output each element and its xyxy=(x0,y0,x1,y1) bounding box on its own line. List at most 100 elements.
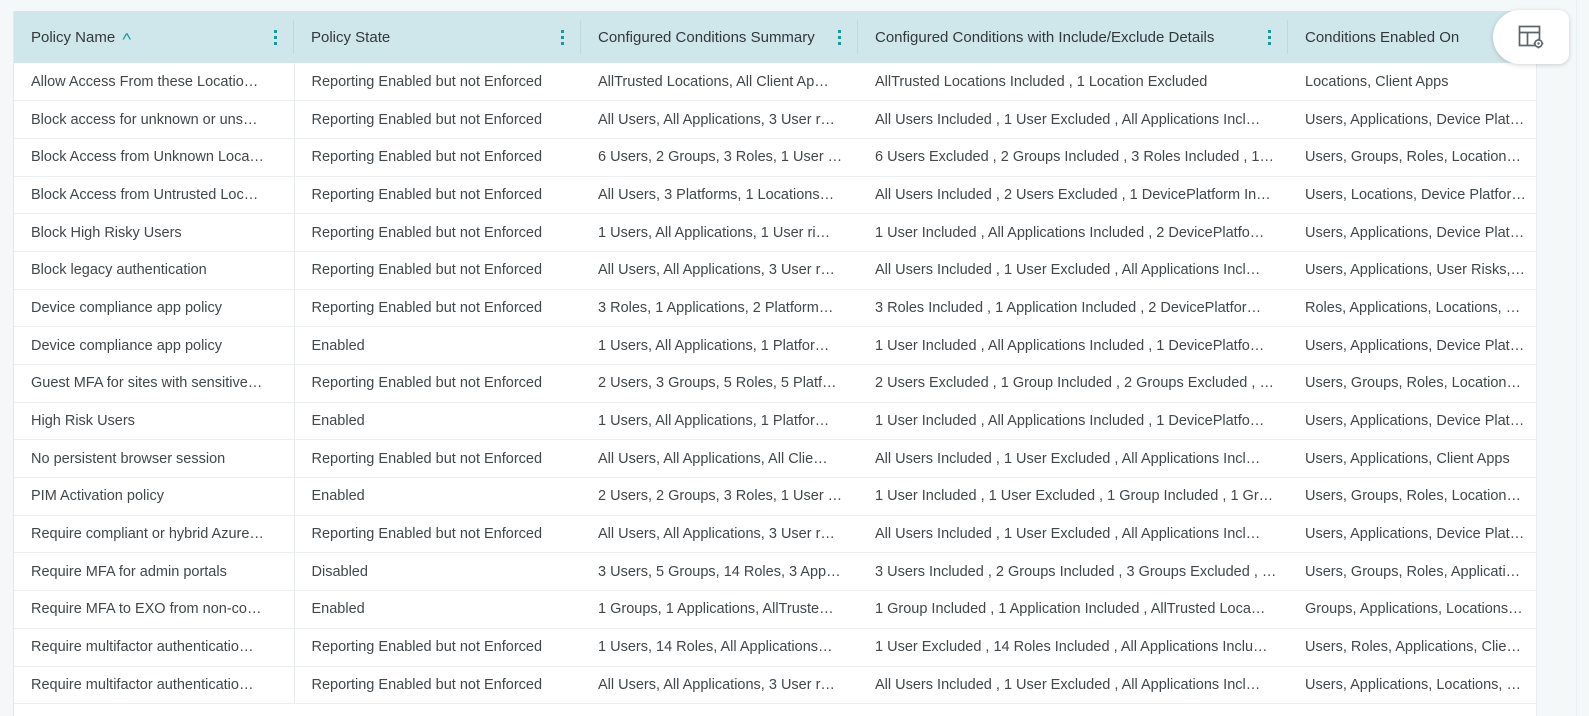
cell-conditions-summary: AllTrusted Locations, All Client Ap… xyxy=(581,63,858,102)
cell-policy-name: Require MFA to EXO from non-co… xyxy=(14,590,295,629)
cell-conditions-summary: All Users, All Applications, 3 User r… xyxy=(581,251,858,290)
cell-conditions-enabled-on: Users, Locations, Device Platform… xyxy=(1288,176,1536,215)
cell-conditions-enabled-on: Roles, Applications, Locations, De… xyxy=(1288,289,1536,328)
policy-grid-page: Policy Name ˄ Policy State Configured Co… xyxy=(0,0,1589,716)
cell-conditions-summary: 3 Roles, 1 Applications, 2 Platform… xyxy=(581,289,858,328)
table-row[interactable]: Require MFA for admin portals Disabled 3 U… xyxy=(14,552,1536,592)
policy-table: Policy Name ˄ Policy State Configured Co… xyxy=(14,11,1536,705)
column-header-policy-state[interactable]: Policy State xyxy=(294,11,581,63)
cell-policy-name: Require multifactor authenticatio… xyxy=(14,666,295,705)
cell-conditions-details: 1 Group Included , 1 Application Include… xyxy=(858,590,1288,629)
cell-conditions-enabled-on: Users, Roles, Applications, Client … xyxy=(1288,628,1536,667)
cell-conditions-enabled-on: Users, Applications, Device Platfor… xyxy=(1288,515,1536,554)
cell-policy-state: Reporting Enabled but not Enforced xyxy=(294,515,581,554)
cell-conditions-summary: 2 Users, 3 Groups, 5 Roles, 5 Platf… xyxy=(581,364,858,403)
cell-conditions-details: All Users Included , 1 User Excluded , A… xyxy=(858,251,1288,290)
cell-conditions-details: All Users Included , 1 User Excluded , A… xyxy=(858,100,1288,139)
cell-policy-state: Reporting Enabled but not Enforced xyxy=(294,100,581,139)
cell-policy-state: Enabled xyxy=(294,590,581,629)
cell-conditions-enabled-on: Users, Groups, Roles, Applications… xyxy=(1288,552,1536,592)
cell-policy-name: Block access for unknown or uns… xyxy=(14,100,295,139)
cell-conditions-details: All Users Included , 1 User Excluded , A… xyxy=(858,515,1288,554)
cell-policy-state: Enabled xyxy=(294,326,581,365)
table-row[interactable]: Block legacy authentication Reporting Ena… xyxy=(14,251,1536,290)
cell-conditions-details: All Users Included , 2 Users Excluded , … xyxy=(858,176,1288,215)
cell-conditions-details: AllTrusted Locations Included , 1 Locati… xyxy=(858,63,1288,102)
column-menu-icon[interactable] xyxy=(832,27,846,47)
table-row[interactable]: Block access for unknown or uns… Reportin… xyxy=(14,100,1536,139)
cell-policy-state: Reporting Enabled but not Enforced xyxy=(294,63,581,102)
cell-conditions-enabled-on: Users, Applications, Device Platfor… xyxy=(1288,402,1536,441)
cell-conditions-enabled-on: Groups, Applications, Locations, C… xyxy=(1288,590,1536,629)
column-menu-icon[interactable] xyxy=(1262,27,1276,47)
cell-policy-state: Reporting Enabled but not Enforced xyxy=(294,213,581,252)
table-settings-icon xyxy=(1518,25,1544,49)
cell-conditions-details: 6 Users Excluded , 2 Groups Included , 3… xyxy=(858,138,1288,177)
cell-conditions-enabled-on: Users, Applications, Device Platfor… xyxy=(1288,326,1536,365)
cell-policy-name: Device compliance app policy xyxy=(14,326,295,365)
cell-conditions-summary: 1 Users, All Applications, 1 Platfor… xyxy=(581,326,858,365)
cell-policy-name: High Risk Users xyxy=(14,402,295,441)
column-header-configured-conditions-summary[interactable]: Configured Conditions Summary xyxy=(581,11,858,63)
table-row[interactable]: Block High Risky Users Reporting Enabled … xyxy=(14,213,1536,252)
column-menu-icon[interactable] xyxy=(268,27,282,47)
table-header: Policy Name ˄ Policy State Configured Co… xyxy=(14,11,1536,63)
cell-policy-state: Reporting Enabled but not Enforced xyxy=(294,666,581,705)
cell-policy-name: Block Access from Unknown Loca… xyxy=(14,138,295,177)
table-row[interactable]: Block Access from Untrusted Loc… Reportin… xyxy=(14,176,1536,215)
cell-policy-name: Block Access from Untrusted Loc… xyxy=(14,176,295,215)
right-scroll-rail[interactable] xyxy=(1576,0,1589,716)
table-row[interactable]: Device compliance app policy Enabled 1 Use… xyxy=(14,326,1536,365)
cell-conditions-summary: 1 Users, All Applications, 1 Platfor… xyxy=(581,402,858,441)
column-header-policy-name[interactable]: Policy Name ˄ xyxy=(14,11,294,63)
cell-conditions-summary: All Users, All Applications, 3 User r… xyxy=(581,666,858,705)
cell-conditions-details: All Users Included , 1 User Excluded , A… xyxy=(858,666,1288,705)
table-row[interactable]: Require multifactor authenticatio… Report… xyxy=(14,628,1536,667)
table-row[interactable]: Device compliance app policy Reporting En… xyxy=(14,289,1536,328)
sort-ascending-icon[interactable]: ˄ xyxy=(122,30,132,43)
table-row[interactable]: Allow Access From these Locatio… Reportin… xyxy=(14,63,1536,102)
cell-policy-name: Require multifactor authenticatio… xyxy=(14,628,295,667)
table-row[interactable]: Require compliant or hybrid Azure… Report… xyxy=(14,515,1536,554)
table-row[interactable]: Require MFA to EXO from non-co… Enabled 1 … xyxy=(14,590,1536,629)
table-row[interactable]: High Risk Users Enabled 1 Users, All Appli… xyxy=(14,402,1536,441)
column-settings-button[interactable] xyxy=(1493,10,1569,64)
column-menu-icon[interactable] xyxy=(555,27,569,47)
column-header-label: Configured Conditions with Include/Exclu… xyxy=(875,28,1215,46)
cell-policy-state: Reporting Enabled but not Enforced xyxy=(294,251,581,290)
cell-conditions-enabled-on: Users, Applications, User Risks, Si… xyxy=(1288,251,1536,290)
cell-conditions-enabled-on: Users, Groups, Roles, Locations, D… xyxy=(1288,477,1536,516)
cell-conditions-summary: All Users, All Applications, 3 User r… xyxy=(581,100,858,139)
cell-conditions-summary: 1 Users, All Applications, 1 User ri… xyxy=(581,213,858,252)
table-body: Allow Access From these Locatio… Reportin… xyxy=(14,63,1536,705)
cell-policy-name: Device compliance app policy xyxy=(14,289,295,328)
cell-policy-name: Require compliant or hybrid Azure… xyxy=(14,515,295,554)
cell-conditions-details: 1 User Included , All Applications Inclu… xyxy=(858,213,1288,252)
table-row[interactable]: Require multifactor authenticatio… Report… xyxy=(14,666,1536,705)
column-header-configured-conditions-details[interactable]: Configured Conditions with Include/Exclu… xyxy=(858,11,1288,63)
column-header-label: Policy State xyxy=(311,28,391,46)
table-row[interactable]: No persistent browser session Reporting E… xyxy=(14,439,1536,479)
table-row[interactable]: Guest MFA for sites with sensitive… Repor… xyxy=(14,364,1536,403)
cell-policy-state: Reporting Enabled but not Enforced xyxy=(294,289,581,328)
cell-conditions-details: 1 User Included , All Applications Inclu… xyxy=(858,402,1288,441)
table-row[interactable]: PIM Activation policy Enabled 2 Users, 2 G… xyxy=(14,477,1536,516)
cell-conditions-enabled-on: Users, Applications, Client Apps xyxy=(1288,439,1536,479)
cell-conditions-enabled-on: Users, Applications, Locations, Us… xyxy=(1288,666,1536,705)
cell-conditions-summary: 3 Users, 5 Groups, 14 Roles, 3 App… xyxy=(581,552,858,592)
cell-policy-state: Reporting Enabled but not Enforced xyxy=(294,439,581,479)
cell-policy-name: Guest MFA for sites with sensitive… xyxy=(14,364,295,403)
cell-policy-name: Allow Access From these Locatio… xyxy=(14,63,295,102)
cell-policy-name: Block legacy authentication xyxy=(14,251,295,290)
cell-policy-name: No persistent browser session xyxy=(14,439,295,479)
cell-conditions-details: 1 User Excluded , 14 Roles Included , Al… xyxy=(858,628,1288,667)
cell-policy-state: Reporting Enabled but not Enforced xyxy=(294,176,581,215)
table-row[interactable]: Block Access from Unknown Loca… Reporting… xyxy=(14,138,1536,177)
cell-policy-name: Require MFA for admin portals xyxy=(14,552,295,592)
cell-conditions-summary: All Users, 3 Platforms, 1 Locations… xyxy=(581,176,858,215)
cell-conditions-summary: 6 Users, 2 Groups, 3 Roles, 1 User … xyxy=(581,138,858,177)
cell-conditions-details: All Users Included , 1 User Excluded , A… xyxy=(858,439,1288,479)
cell-conditions-enabled-on: Locations, Client Apps xyxy=(1288,63,1536,102)
column-header-label: Policy Name xyxy=(31,28,116,46)
cell-conditions-enabled-on: Users, Applications, Device Platfor… xyxy=(1288,100,1536,139)
